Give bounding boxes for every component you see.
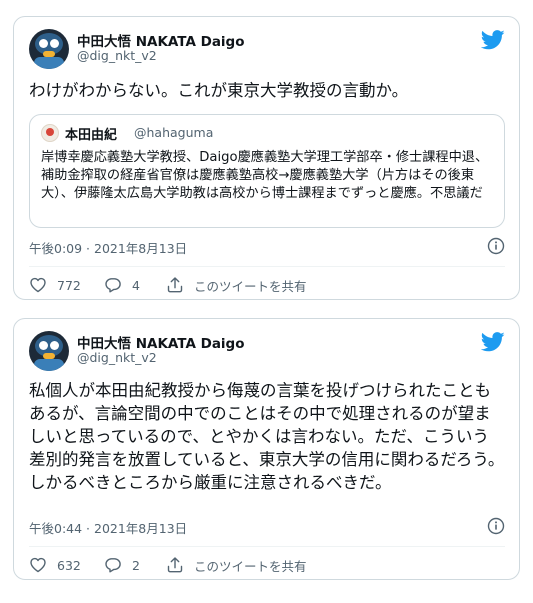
like-count: 772 — [57, 277, 81, 293]
reply-count: 2 — [132, 557, 140, 573]
reply-icon — [105, 558, 121, 573]
like-count: 632 — [57, 557, 81, 573]
like-button[interactable]: 632 — [29, 556, 104, 574]
reply-count: 4 — [132, 277, 140, 293]
quote-text: 岸博幸慶応義塾大学教授、Daigo慶應義塾大学理工学部卒・修士課程中退、補助金搾… — [41, 150, 489, 201]
share-button[interactable]: このツイートを共有 — [166, 276, 307, 295]
heart-icon — [30, 557, 46, 573]
reply-button[interactable]: 2 — [104, 556, 166, 574]
twitter-bird-icon[interactable] — [481, 30, 505, 50]
quote-avatar — [41, 124, 59, 142]
reply-button[interactable]: 4 — [104, 276, 166, 294]
divider — [29, 546, 505, 547]
tweet-text: わけがわからない。これが東京大学教授の言動か。 — [29, 81, 409, 100]
quoted-tweet[interactable]: 本田由紀 @hahaguma 岸博幸慶応義塾大学教授、Daigo慶應義塾大学理工… — [29, 114, 505, 228]
share-label: このツイートを共有 — [194, 558, 307, 574]
action-bar: 772 4 このツイートを共有 — [29, 273, 505, 297]
share-icon — [167, 277, 183, 293]
author-handle[interactable]: @dig_nkt_v2 — [77, 350, 157, 365]
timestamp[interactable]: 午後0:44 · 2021年8月13日 — [29, 518, 187, 537]
divider — [29, 266, 505, 267]
quote-author-handle: @hahaguma — [134, 125, 214, 140]
share-label: このツイートを共有 — [194, 278, 307, 294]
author-name[interactable]: 中田大悟 NAKATA Daigo — [77, 332, 245, 352]
quote-author-name: 本田由紀 — [65, 128, 118, 143]
avatar[interactable] — [29, 331, 69, 371]
like-button[interactable]: 772 — [29, 276, 104, 294]
author-name[interactable]: 中田大悟 NAKATA Daigo — [77, 30, 245, 50]
share-button[interactable]: このツイートを共有 — [166, 556, 307, 575]
tweet-text: 私個人が本田由紀教授から侮蔑の言葉を投げつけられたこともあるが、言論空間の中での… — [29, 381, 505, 492]
share-icon — [167, 557, 183, 573]
reply-icon — [105, 278, 121, 293]
timestamp[interactable]: 午後0:09 · 2021年8月13日 — [29, 238, 187, 257]
heart-icon — [30, 277, 46, 293]
info-icon[interactable] — [487, 517, 505, 535]
info-icon[interactable] — [487, 237, 505, 255]
tweet-card[interactable]: 中田大悟 NAKATA Daigo @dig_nkt_v2 私個人が本田由紀教授… — [13, 318, 520, 580]
author-handle[interactable]: @dig_nkt_v2 — [77, 48, 157, 63]
twitter-bird-icon[interactable] — [481, 332, 505, 352]
avatar[interactable] — [29, 29, 69, 69]
action-bar: 632 2 このツイートを共有 — [29, 553, 505, 577]
tweet-card[interactable]: 中田大悟 NAKATA Daigo @dig_nkt_v2 わけがわからない。こ… — [13, 16, 520, 300]
